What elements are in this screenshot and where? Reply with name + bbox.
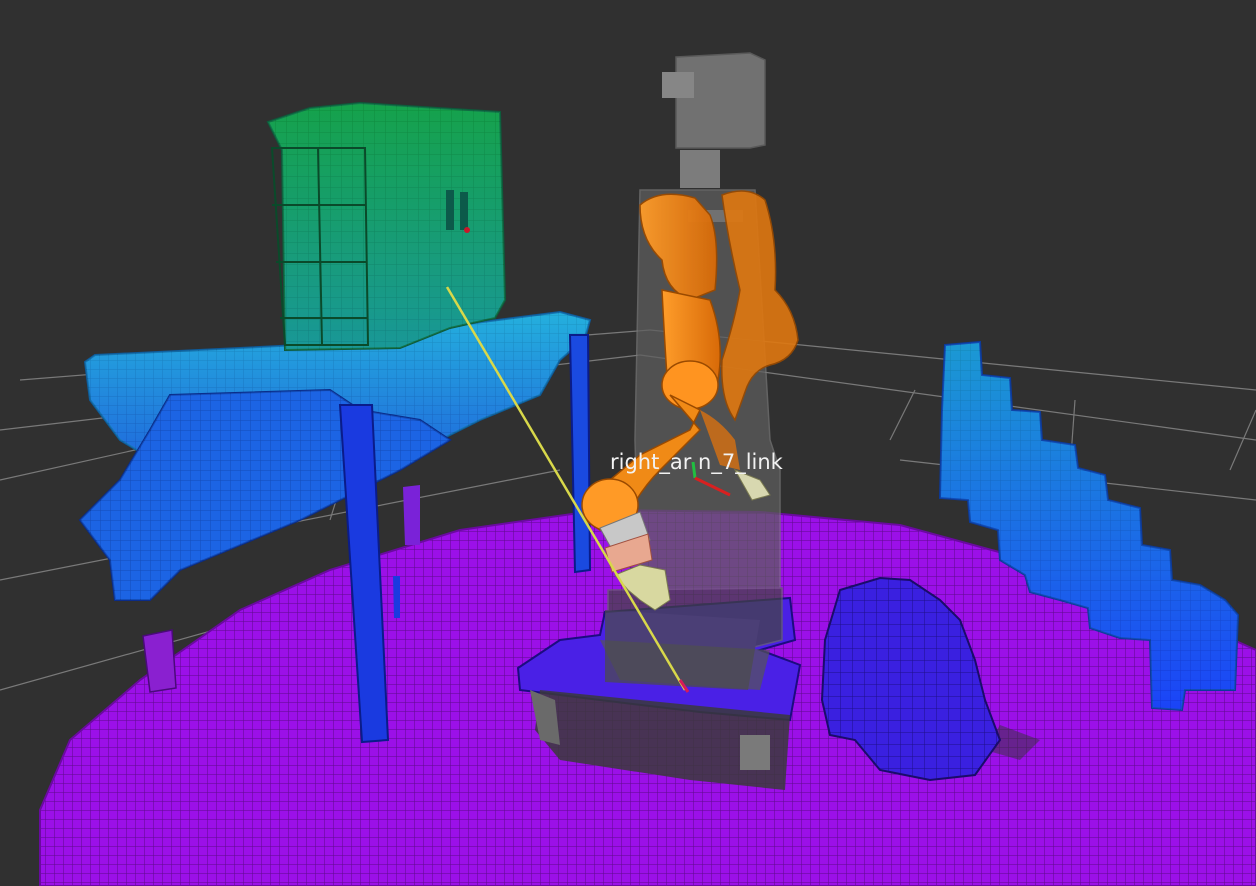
frame-label: right_ar n_7_link: [610, 450, 783, 474]
3d-viewport[interactable]: [0, 0, 1256, 886]
cabinet-voxels: [266, 101, 507, 352]
